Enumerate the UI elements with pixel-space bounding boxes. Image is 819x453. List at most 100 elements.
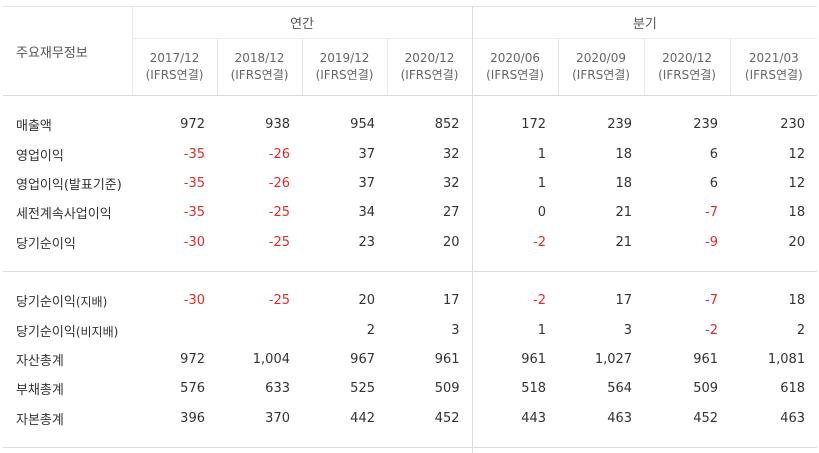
table-row: 영업이익(발표기준) -35 -26 37 32 1 18 6 12	[3, 168, 817, 199]
value-cell	[132, 315, 217, 344]
row-label: 당기순이익	[3, 228, 132, 257]
value-cell: -25	[268, 234, 290, 250]
financial-table: 주요재무정보 연간 분기 2017/12 (IFRS연결) 2018/12 (IFRS…	[3, 6, 818, 453]
row-label-text: 영업이익	[16, 148, 64, 164]
spacer-row	[3, 95, 817, 110]
value-cell: 6	[709, 175, 719, 191]
value-cell: -26	[268, 175, 290, 191]
period-basis: (IFRS연결)	[486, 68, 544, 82]
value-cell: 12	[788, 146, 806, 162]
period-header: 2020/12 (IFRS연결)	[643, 38, 731, 96]
value-cell: 370	[265, 410, 290, 426]
row-label-text: 부채총계	[16, 383, 64, 399]
value-cell: 1	[471, 168, 559, 199]
value-cell: 396	[180, 410, 205, 426]
value-cell: 32	[443, 175, 460, 191]
financial-summary-panel: 주요재무정보 연간 분기 2017/12 (IFRS연결) 2018/12 (IFRS…	[0, 0, 819, 453]
period-header: 2020/12 (IFRS연결)	[386, 38, 473, 96]
row-label: 자산총계	[3, 345, 132, 374]
value-cell: 17	[443, 293, 460, 309]
period-basis: (IFRS연결)	[400, 68, 459, 82]
period-date: 2021/03	[748, 51, 799, 65]
value-cell: 463	[780, 410, 806, 426]
period-header: 2020/09 (IFRS연결)	[557, 38, 645, 96]
value-cell: 20	[443, 234, 460, 250]
value-cell: 20	[358, 293, 375, 309]
table-row: 당기순이익(비지배) 2 3 1 3 -2 2	[3, 315, 817, 345]
row-label: 당기순이익(지배)	[3, 286, 132, 315]
table-row: 자본총계 396 370 442 452 443 463 452 463	[3, 403, 817, 433]
value-cell: 1,004	[252, 351, 290, 367]
value-cell: 20	[788, 234, 806, 250]
value-cell: 961	[434, 351, 460, 367]
value-cell: 37	[358, 175, 375, 191]
period-header: 2017/12 (IFRS연결)	[131, 38, 217, 96]
value-cell: -30	[183, 234, 205, 250]
table-title: 주요재무정보	[3, 6, 132, 96]
row-label-text: 당기순이익	[16, 324, 76, 340]
value-cell: 34	[358, 205, 375, 221]
row-label: 매출액	[3, 110, 132, 139]
value-cell: 18	[615, 175, 633, 191]
quarter-group-header: 분기	[471, 6, 818, 39]
value-cell: 452	[693, 410, 719, 426]
row-label-suffix: (비지배)	[75, 324, 119, 339]
period-basis: (IFRS연결)	[230, 68, 289, 82]
value-cell: 564	[607, 381, 633, 397]
value-cell: -35	[183, 146, 205, 162]
row-label: 부채총계	[3, 374, 132, 403]
spacer-row	[3, 432, 817, 448]
value-cell: 961	[471, 344, 559, 375]
value-cell: 442	[350, 410, 375, 426]
value-cell: 509	[693, 381, 719, 397]
value-cell: 0	[471, 198, 559, 228]
value-cell: 2	[796, 322, 806, 338]
period-header: 2020/06 (IFRS연결)	[471, 38, 559, 96]
value-cell: 18	[788, 205, 806, 221]
period-date: 2018/12	[234, 51, 285, 65]
row-label: 영업이익(발표기준)	[3, 169, 132, 198]
value-cell: 576	[180, 381, 205, 397]
value-cell: -25	[268, 205, 290, 221]
value-cell: 618	[780, 381, 806, 397]
row-label: 세전계속사업이익	[3, 198, 132, 227]
value-cell: 172	[471, 110, 559, 140]
value-cell: 21	[615, 234, 633, 250]
period-basis: (IFRS연결)	[572, 68, 630, 82]
table-row: 부채총계 576 633 525 509 518 564 509 618	[3, 374, 817, 404]
table-row: 자산총계 972 1,004 967 961 961 1,027 961 1,081	[3, 344, 817, 375]
value-cell: 1	[471, 315, 559, 345]
row-label-text: 자산총계	[16, 353, 64, 369]
period-date: 2020/09	[576, 51, 626, 65]
row-label: 영업이익	[3, 139, 132, 168]
value-cell: -26	[268, 146, 290, 162]
row-label-text: 영업이익(발표기준)	[16, 177, 122, 193]
value-cell: 6	[709, 146, 719, 162]
value-cell: 12	[788, 175, 806, 191]
value-cell: 27	[443, 205, 460, 221]
table-row: 매출액 972 938 954 852 172 239 239 230	[3, 110, 817, 140]
table-row: 세전계속사업이익 -35 -25 34 27 0 21 -7 18	[3, 198, 817, 228]
annual-group-header: 연간	[131, 6, 473, 39]
value-cell: -7	[705, 293, 719, 309]
period-header: 2019/12 (IFRS연결)	[301, 38, 387, 96]
row-label-text: 당기순이익	[16, 236, 76, 252]
period-basis: (IFRS연결)	[315, 68, 374, 82]
row-label-text: 세전계속사업이익	[16, 207, 112, 223]
value-cell: 18	[788, 293, 806, 309]
value-cell: 17	[615, 293, 633, 309]
period-date: 2020/12	[404, 51, 455, 65]
value-cell: 967	[350, 351, 375, 367]
period-date: 2020/06	[490, 51, 540, 65]
value-cell: 961	[693, 351, 719, 367]
period-basis: (IFRS연결)	[744, 68, 803, 82]
value-cell: -30	[183, 293, 205, 309]
table-row: 당기순이익 -30 -25 23 20 -2 21 -9 20	[3, 227, 817, 257]
value-cell: -25	[268, 293, 290, 309]
value-cell: 525	[350, 381, 375, 397]
value-cell: -35	[183, 175, 205, 191]
row-label-suffix: (지배)	[75, 295, 108, 310]
period-header: 2021/03 (IFRS연결)	[729, 38, 818, 96]
value-cell: 463	[607, 410, 633, 426]
value-cell: 972	[180, 351, 205, 367]
